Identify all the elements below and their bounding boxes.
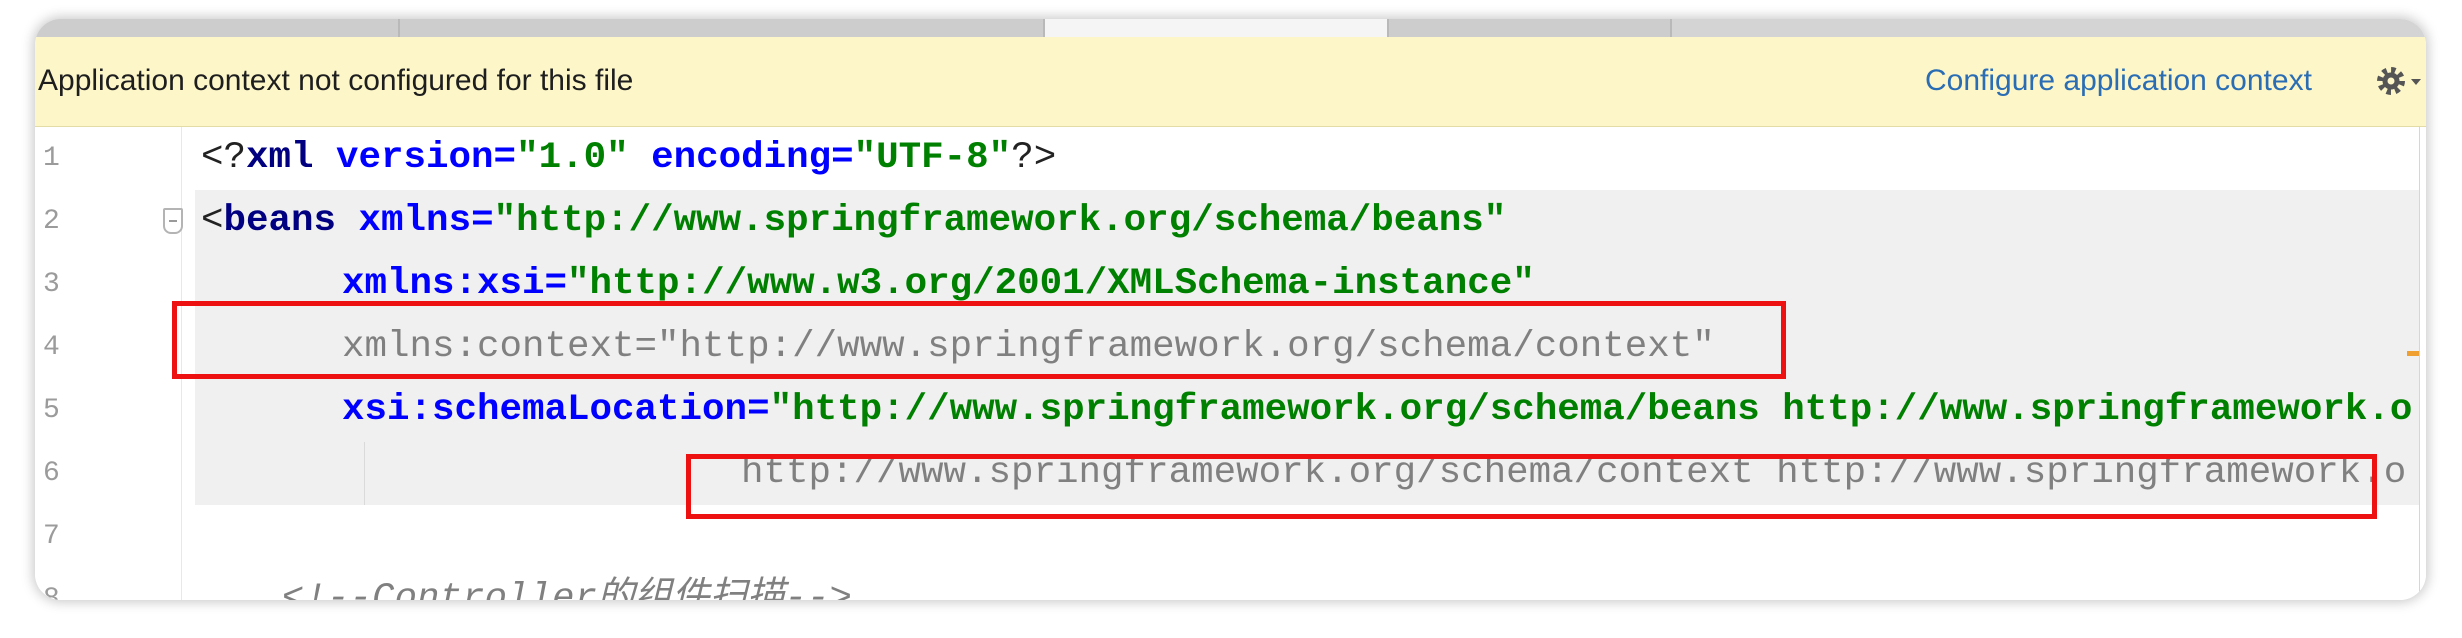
attribute-name: version= [313, 137, 517, 179]
xml-tag-name: xml [246, 137, 314, 179]
chevron-down-icon[interactable] [2411, 79, 2421, 85]
line-number: 5 [43, 395, 60, 426]
tag-open: < [201, 200, 224, 242]
gear-icon[interactable] [2375, 65, 2407, 97]
xml-tag-name: beans [223, 200, 337, 242]
xml-comment: <!--Controller的组件扫描--> [282, 578, 853, 600]
attribute-value: "http://www.w3.org/2001/XMLSchema-instan… [567, 263, 1535, 305]
annotation-box-context-namespace [172, 301, 1786, 379]
editor-tab[interactable] [400, 19, 1045, 37]
pi-close: ?> [1011, 137, 1057, 179]
code-line[interactable]: xsi:schemaLocation="http://www.springfra… [342, 379, 2426, 442]
error-stripe[interactable] [2419, 127, 2426, 600]
notification-message: Application context not configured for t… [38, 64, 634, 97]
code-line[interactable]: <beans xmlns="http://www.springframework… [201, 190, 2426, 253]
line-number: 1 [43, 143, 60, 174]
line-number: 3 [43, 269, 60, 300]
editor-tab[interactable] [1389, 19, 1672, 37]
line-number: 7 [43, 521, 60, 552]
notification-bar: Application context not configured for t… [35, 37, 2426, 127]
editor-tab[interactable] [35, 19, 400, 37]
attribute-value: "http://www.springframework.org/schema/b… [769, 389, 2413, 431]
line-number: 8 [43, 584, 60, 600]
warning-stripe-marker[interactable] [2407, 351, 2419, 356]
line-number: 4 [43, 332, 60, 363]
attribute-name: xsi:schemaLocation= [342, 389, 770, 431]
attribute-name: xmlns:xsi= [342, 263, 568, 305]
line-number: 2 [43, 206, 60, 237]
editor-tab-active[interactable] [1045, 19, 1389, 37]
line-number: 6 [43, 458, 60, 489]
attribute-value: "1.0" [516, 137, 629, 179]
code-line[interactable]: <?xml version="1.0" encoding="UTF-8"?> [201, 127, 2426, 190]
attribute-value: "http://www.springframework.org/schema/b… [493, 200, 1507, 242]
attribute-name: xmlns= [336, 200, 494, 242]
editor-tab-strip [35, 19, 2426, 37]
configure-application-context-link[interactable]: Configure application context [1925, 37, 2312, 125]
pi-open: <? [201, 137, 247, 179]
attribute-name: encoding= [628, 137, 854, 179]
annotation-box-context-schema-location [686, 454, 2377, 519]
attribute-value: "UTF-8" [853, 137, 1012, 179]
fold-marker-icon[interactable] [163, 208, 183, 234]
indent-guide [364, 442, 365, 505]
ide-window: Application context not configured for t… [35, 19, 2426, 600]
code-line[interactable]: <!--Controller的组件扫描--> [282, 568, 2426, 600]
